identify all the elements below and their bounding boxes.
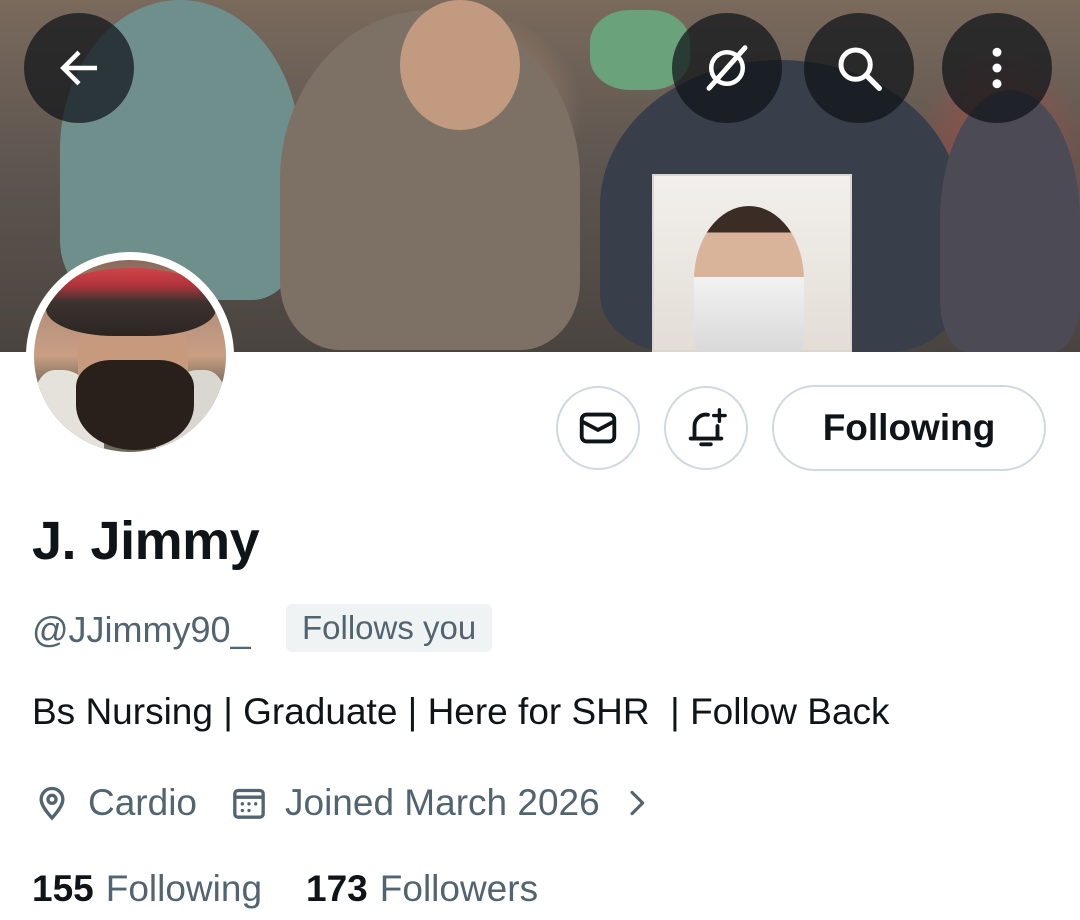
followers-count: 173	[306, 868, 368, 909]
profile-handle: @JJimmy90_	[32, 609, 251, 650]
message-button[interactable]	[556, 386, 640, 470]
follow-stats: 155 Following 173 Followers	[32, 864, 538, 914]
profile-meta: Cardio Joined March 2026	[32, 776, 654, 830]
following-label: Following	[105, 868, 263, 909]
display-name: J. Jimmy	[32, 511, 260, 571]
profile-bio: Bs Nursing | Graduate | Here for SHR | F…	[32, 691, 890, 732]
grok-icon	[706, 45, 748, 91]
bell-plus-icon	[688, 408, 727, 447]
calendar-icon	[233, 788, 265, 819]
back-arrow-icon	[60, 50, 97, 86]
followers-label: Followers	[379, 868, 539, 909]
profile-details-button[interactable]	[620, 786, 654, 820]
envelope-icon	[579, 412, 617, 444]
follows-you-badge: Follows you	[286, 604, 493, 652]
grok-button[interactable]	[672, 13, 782, 123]
more-options-button[interactable]	[942, 13, 1052, 123]
chevron-right-icon	[630, 790, 644, 816]
search-icon	[838, 47, 882, 91]
profile-page: Following J. Jimmy @JJimmy90_ Follows yo…	[0, 0, 1080, 920]
location-text: Cardio	[88, 782, 197, 823]
banner-poster	[652, 174, 852, 352]
location: Cardio	[32, 782, 197, 824]
search-button[interactable]	[804, 13, 914, 123]
banner-figure	[940, 90, 1080, 352]
following-stat-link[interactable]: 155 Following	[32, 868, 262, 910]
join-date-text: Joined March 2026	[285, 782, 600, 823]
following-button[interactable]: Following	[772, 385, 1046, 471]
avatar-turban	[46, 268, 216, 336]
location-pin-icon	[39, 786, 65, 821]
notifications-button[interactable]	[664, 386, 748, 470]
avatar-beard	[76, 360, 194, 450]
avatar-image	[34, 260, 226, 452]
following-count: 155	[32, 868, 94, 909]
join-date: Joined March 2026	[229, 782, 600, 824]
back-button[interactable]	[24, 13, 134, 123]
more-options-icon	[992, 47, 1002, 89]
banner-poster-portrait	[694, 206, 804, 352]
banner-figure	[400, 0, 520, 130]
followers-stat-link[interactable]: 173 Followers	[306, 868, 538, 910]
avatar[interactable]	[26, 252, 234, 460]
